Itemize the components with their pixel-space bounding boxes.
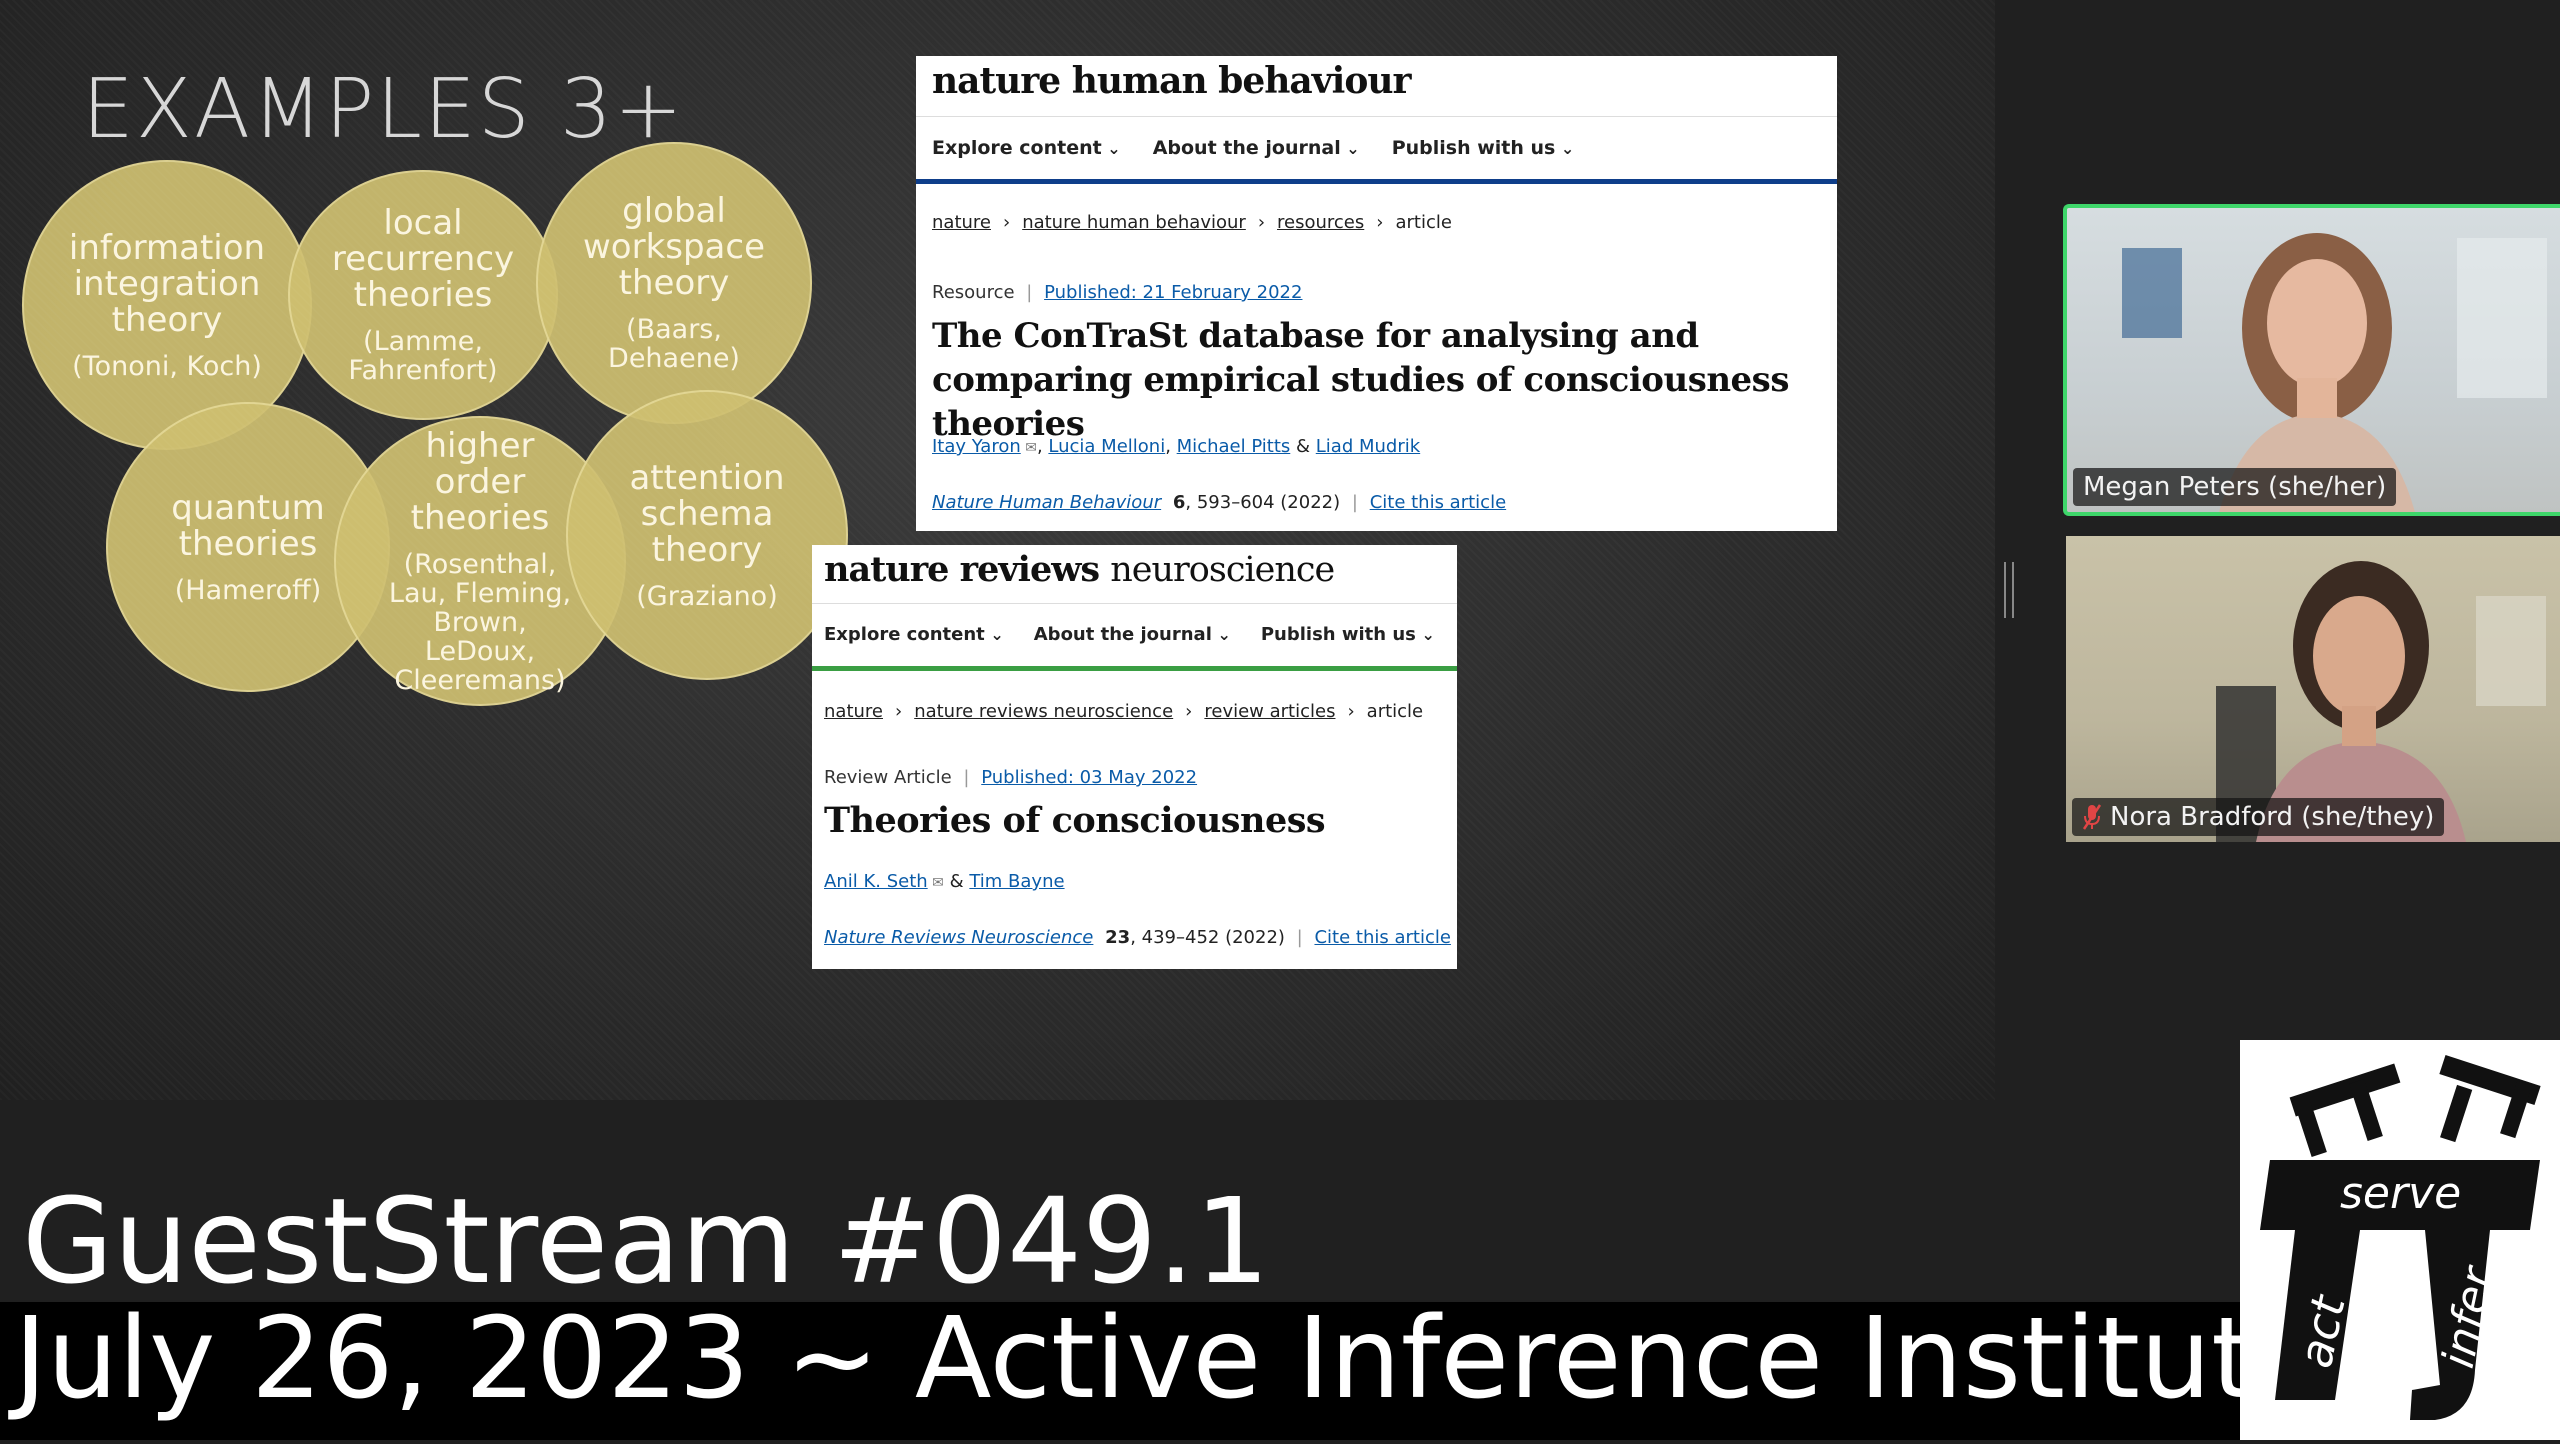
logo-thin: neuroscience [1110, 550, 1335, 590]
chevron-right-icon: › [894, 701, 903, 722]
chevron-right-icon: › [1185, 701, 1193, 722]
volume: 23 [1105, 927, 1131, 948]
journal-link[interactable]: Nature Human Behaviour [932, 492, 1161, 513]
article-screenshot-theories: nature reviews neuroscience Explore cont… [812, 545, 1457, 969]
nav-about-journal[interactable]: About the journal [1034, 624, 1231, 645]
stream-subtitle-bar: July 26, 2023 ~ Active Inference Institu… [0, 1294, 2324, 1440]
circle-name: information integration theory [68, 227, 266, 340]
circle-authors: (Tononi, Koch) [72, 350, 262, 382]
breadcrumb-current: article [1366, 701, 1424, 722]
circle-authors: (Baars, Dehaene) [608, 314, 740, 374]
logo-bold: nature reviews [824, 549, 1100, 590]
nav-explore-content[interactable]: Explore content [824, 624, 1004, 645]
stream-date-org: July 26, 2023 ~ Active Inference Institu… [14, 1294, 2324, 1424]
citation-line: Nature Human Behaviour 6, 593–604 (2022)… [932, 492, 1507, 513]
article-meta: Resource | Published: 21 February 2022 [932, 282, 1303, 303]
article-screenshot-contrast: nature human behaviour Explore content A… [916, 56, 1837, 531]
journal-logo: nature human behaviour [932, 60, 1412, 102]
circle-name: quantum theories [171, 487, 325, 564]
journal-navbar: Explore content About the journal Publis… [916, 116, 1837, 184]
citation-line: Nature Reviews Neuroscience 23, 439–452 … [824, 927, 1451, 948]
mail-icon: ✉ [1020, 440, 1037, 456]
breadcrumb-link[interactable]: nature human behaviour [1022, 212, 1246, 233]
published-date-link[interactable]: Published: 03 May 2022 [981, 767, 1197, 788]
author-link[interactable]: Anil K. Seth [824, 871, 928, 892]
logo-word-serve: serve [2340, 1168, 2461, 1219]
author-list: Anil K. Seth ✉ & Tim Bayne [824, 871, 1065, 892]
article-title: Theories of consciousness [824, 800, 1326, 841]
breadcrumb: nature › nature human behaviour › resources ›… [932, 212, 1452, 233]
circle-authors: (Graziano) [636, 580, 778, 612]
active-inference-logo: serve act infer [2240, 1040, 2560, 1440]
author-link[interactable]: Lucia Melloni [1048, 436, 1165, 457]
circle-global-workspace: global workspace theory (Baars, Dehaene) [536, 142, 812, 424]
participant-image [2216, 561, 2546, 842]
journal-logo: nature reviews neuroscience [824, 545, 1335, 595]
circle-attention-schema: attention schema theory (Graziano) [566, 390, 848, 680]
shared-screen: EXAMPLES 3+ information integration theo… [0, 0, 1995, 1100]
article-meta: Review Article | Published: 03 May 2022 [824, 767, 1198, 788]
stream-title: GuestStream #049.1 [22, 1172, 1270, 1310]
breadcrumb-current: article [1395, 212, 1452, 233]
circle-authors: (Lamme, Fahrenfort) [348, 326, 498, 386]
pages: , 593–604 (2022) [1185, 492, 1341, 513]
mail-icon: ✉ [927, 875, 944, 891]
author-link[interactable]: Michael Pitts [1177, 436, 1291, 457]
circle-name: global workspace theory [582, 191, 766, 303]
chevron-right-icon: › [1347, 701, 1355, 722]
journal-link[interactable]: Nature Reviews Neuroscience [824, 927, 1093, 948]
slide-title: EXAMPLES 3+ [82, 62, 685, 157]
presentation-slide: EXAMPLES 3+ information integration theo… [0, 0, 1995, 1100]
pages: , 439–452 (2022) [1130, 927, 1285, 948]
participant-video-megan[interactable]: Megan Peters (she/her) [2063, 204, 2560, 516]
breadcrumb-link[interactable]: nature [932, 212, 991, 233]
cite-article-link[interactable]: Cite this article [1314, 927, 1450, 948]
circle-name: attention schema theory [629, 457, 785, 570]
volume: 6 [1172, 492, 1186, 513]
article-type: Review Article [824, 767, 952, 788]
cite-article-link[interactable]: Cite this article [1370, 492, 1506, 513]
chevron-right-icon: › [1376, 212, 1384, 233]
circle-local-recurrency: local recurrency theories (Lamme, Fahren… [288, 170, 558, 420]
breadcrumb-link[interactable]: nature [824, 701, 883, 722]
nav-about-journal[interactable]: About the journal [1153, 137, 1360, 159]
mic-muted-icon [2082, 804, 2102, 830]
published-date-link[interactable]: Published: 21 February 2022 [1044, 282, 1302, 303]
nav-publish-with-us[interactable]: Publish with us [1261, 624, 1435, 645]
circle-authors: (Rosenthal, Lau, Fleming, Brown, LeDoux,… [388, 548, 572, 696]
circle-name: local recurrency theories [331, 203, 515, 315]
participant-name: Nora Bradford (she/they) [2110, 802, 2435, 832]
author-link[interactable]: Liad Mudrik [1316, 436, 1420, 457]
author-list: Itay Yaron ✉, Lucia Melloni, Michael Pit… [932, 436, 1421, 457]
chevron-right-icon: › [1257, 212, 1266, 233]
pi-logo-icon: serve act infer [2260, 1055, 2541, 1420]
author-link[interactable]: Tim Bayne [969, 871, 1064, 892]
nav-explore-content[interactable]: Explore content [932, 137, 1121, 159]
participant-nameplate: Megan Peters (she/her) [2073, 468, 2397, 506]
breadcrumb-link[interactable]: nature reviews neuroscience [914, 701, 1173, 722]
breadcrumb-link[interactable]: resources [1277, 212, 1364, 233]
panel-resize-handle[interactable] [2004, 562, 2014, 618]
article-title: The ConTraSt database for analysing and … [932, 316, 1789, 444]
journal-navbar: Explore content About the journal Publis… [812, 603, 1457, 671]
nav-publish-with-us[interactable]: Publish with us [1392, 137, 1575, 159]
participant-name: Megan Peters (she/her) [2083, 472, 2387, 502]
participant-video-nora[interactable]: Nora Bradford (she/they) [2066, 536, 2560, 842]
breadcrumb: nature › nature reviews neuroscience › revie… [824, 701, 1423, 722]
author-link[interactable]: Itay Yaron [932, 436, 1021, 457]
circle-name: higher order theories [410, 425, 550, 538]
participant-nameplate: Nora Bradford (she/they) [2072, 798, 2445, 836]
article-type: Resource [932, 282, 1015, 303]
chevron-right-icon: › [1002, 212, 1011, 233]
breadcrumb-link[interactable]: review articles [1204, 701, 1335, 722]
circle-authors: (Hameroff) [174, 574, 322, 606]
